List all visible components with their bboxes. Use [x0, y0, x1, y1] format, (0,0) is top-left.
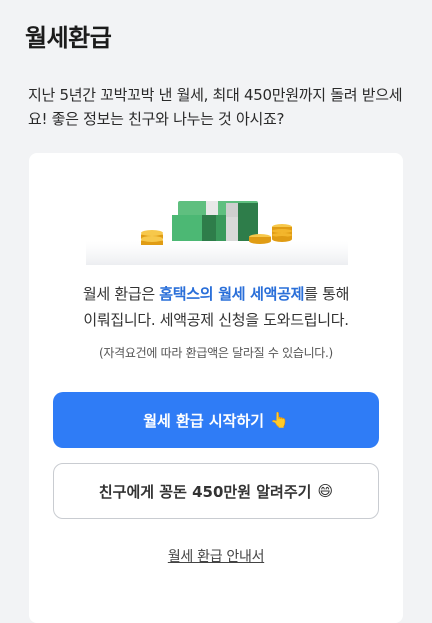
share-friend-button[interactable]: 친구에게 꽁돈 450만원 알려주기 😄 — [53, 463, 379, 519]
money-stack-icon — [86, 201, 348, 265]
desc-text: 월세 환급은 — [82, 285, 160, 303]
smile-icon: 😄 — [317, 482, 334, 500]
start-refund-button[interactable]: 월세 환급 시작하기 👆 — [53, 392, 379, 448]
desc-text: 를 통해 — [304, 285, 350, 303]
desc-line-2: 이뤄집니다. 세액공제 신청을 도와드립니다. — [83, 311, 349, 329]
page-title: 월세환급 — [25, 24, 112, 52]
intro-text: 지난 5년간 꼬박꼬박 낸 월세, 최대 450만원까지 돌려 받으세요! 좋은… — [28, 86, 403, 128]
start-refund-label: 월세 환급 시작하기 — [143, 411, 265, 430]
refund-card: 월세 환급은 홈택스의 월세 세액공제를 통해 이뤄집니다. 세액공제 신청을 … — [29, 153, 403, 623]
refund-guide-link[interactable]: 월세 환급 안내서 — [29, 546, 403, 566]
eligibility-note: (자격요건에 따라 환급액은 달라질 수 있습니다.) — [99, 346, 333, 360]
share-friend-label: 친구에게 꽁돈 450만원 알려주기 — [98, 482, 312, 501]
pointing-hand-icon: 👆 — [270, 411, 289, 429]
refund-description: 월세 환급은 홈택스의 월세 세액공제를 통해 이뤄집니다. 세액공제 신청을 … — [29, 281, 403, 333]
desc-highlight: 홈택스의 월세 세액공제 — [159, 285, 305, 303]
